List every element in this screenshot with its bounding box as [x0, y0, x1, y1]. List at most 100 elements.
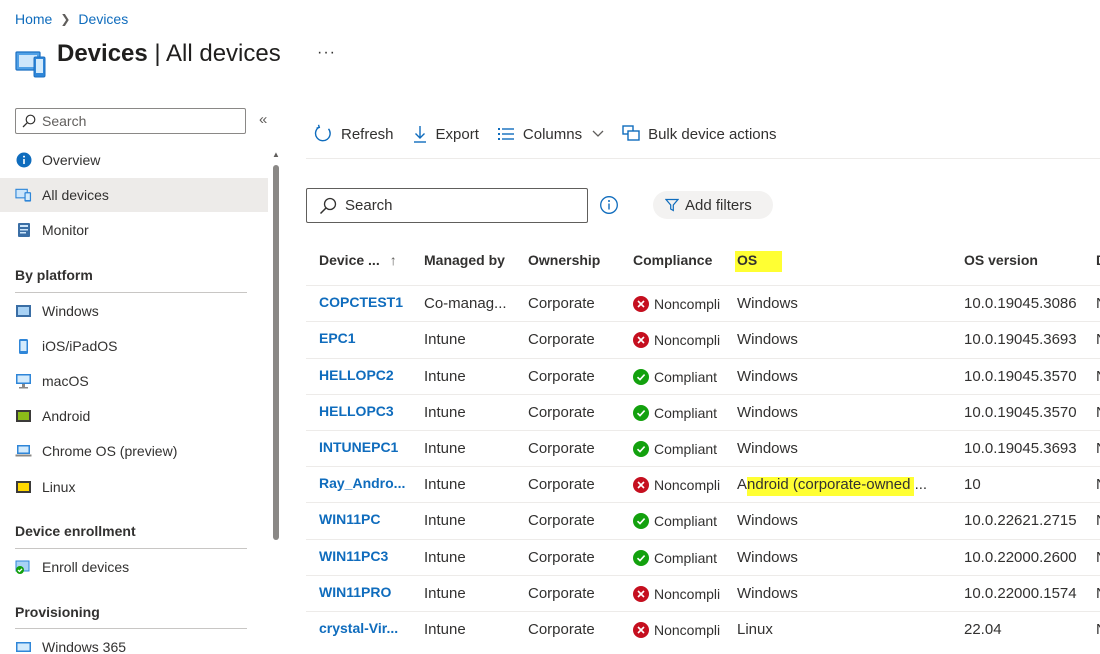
truncated-column-cell: N [1096, 621, 1100, 638]
device-name-link[interactable]: WIN11PC3 [319, 548, 414, 564]
os-version-cell: 10.0.19045.3570 [964, 368, 1077, 385]
column-header-compliance[interactable]: Compliance [633, 252, 712, 268]
row-divider [306, 321, 1100, 322]
row-divider [306, 502, 1100, 503]
compliance-status-text: Compliant [654, 441, 718, 457]
sidebar-item-all-devices[interactable]: All devices [0, 178, 268, 212]
device-name-link[interactable]: WIN11PRO [319, 584, 414, 600]
sidebar-item-label: iOS/iPadOS [42, 338, 118, 354]
enroll-icon [15, 559, 32, 576]
device-name-link[interactable]: HELLOPC3 [319, 403, 414, 419]
compliance-status-text: Noncompli [654, 622, 721, 638]
sidebar-item-windows[interactable]: Windows [0, 294, 268, 328]
compliance-status-text: Noncompli [654, 332, 721, 348]
os-cell: Windows [737, 295, 798, 312]
os-cell: Linux [737, 621, 773, 638]
columns-button[interactable]: Columns [497, 126, 604, 143]
filter-icon [665, 198, 679, 212]
sidebar-item-linux[interactable]: Linux [0, 470, 268, 504]
nav-section-by-platform: By platform [15, 267, 93, 283]
sidebar-item-label: Enroll devices [42, 559, 130, 575]
managed-by-cell: Co-manag... [424, 295, 507, 312]
device-name-link[interactable]: INTUNEPC1 [319, 439, 414, 455]
sidebar-item-label: All devices [42, 187, 109, 203]
column-header-truncated[interactable]: D [1096, 252, 1100, 268]
column-header-ownership[interactable]: Ownership [528, 252, 600, 268]
managed-by-cell: Intune [424, 476, 466, 493]
column-header-os[interactable]: OS [737, 252, 757, 268]
info-circle-icon [15, 152, 32, 169]
device-name-link[interactable]: Ray_Andro... [319, 475, 414, 491]
column-header-managed-by[interactable]: Managed by [424, 252, 505, 268]
sidebar-item-ios[interactable]: iOS/iPadOS [0, 329, 268, 363]
page-title: Devices | All devices [57, 40, 281, 68]
managed-by-cell: Intune [424, 440, 466, 457]
os-version-cell: 10.0.22000.1574 [964, 585, 1077, 602]
device-name-link[interactable]: HELLOPC2 [319, 367, 414, 383]
row-divider [306, 358, 1100, 359]
search-icon [319, 197, 337, 214]
check-circle-icon [633, 550, 649, 566]
sidebar-item-label: Chrome OS (preview) [42, 443, 178, 459]
sidebar-item-macos[interactable]: macOS [0, 364, 268, 398]
bulk-device-actions-button[interactable]: Bulk device actions [622, 125, 776, 143]
divider [15, 628, 247, 629]
managed-by-cell: Intune [424, 512, 466, 529]
linux-icon [15, 479, 32, 496]
ownership-cell: Corporate [528, 621, 595, 638]
sidebar-item-windows-365[interactable]: Windows 365 [0, 630, 268, 654]
os-version-cell: 10 [964, 476, 981, 493]
ownership-cell: Corporate [528, 295, 595, 312]
ownership-cell: Corporate [528, 476, 595, 493]
device-name-link[interactable]: COPCTEST1 [319, 294, 414, 310]
row-divider [306, 285, 1100, 286]
sidebar-item-label: Windows 365 [42, 639, 127, 654]
nav-search-input[interactable]: Search [15, 108, 246, 134]
compliance-cell: Compliant [633, 369, 733, 385]
sidebar-item-enroll-devices[interactable]: Enroll devices [0, 550, 268, 584]
device-name-link[interactable]: EPC1 [319, 330, 414, 346]
truncated-column-cell: N [1096, 368, 1100, 385]
error-circle-icon [633, 296, 649, 312]
sidebar-item-chrome-os[interactable]: Chrome OS (preview) [0, 434, 268, 468]
nav-scrollbar-thumb[interactable] [273, 165, 279, 540]
scroll-up-arrow-icon[interactable]: ▲ [272, 150, 280, 159]
ownership-cell: Corporate [528, 512, 595, 529]
breadcrumb-home-link[interactable]: Home [15, 11, 52, 27]
ownership-cell: Corporate [528, 368, 595, 385]
breadcrumb-devices-link[interactable]: Devices [78, 11, 128, 27]
column-header-device-name[interactable]: Device ... ↑ [319, 252, 397, 268]
column-header-os-version[interactable]: OS version [964, 252, 1038, 268]
nav-section-provisioning: Provisioning [15, 604, 100, 620]
managed-by-cell: Intune [424, 368, 466, 385]
table-search-input[interactable]: Search [306, 188, 588, 223]
add-filters-button[interactable]: Add filters [653, 191, 773, 219]
sidebar-item-overview[interactable]: Overview [0, 143, 268, 177]
compliance-cell: Compliant [633, 441, 733, 457]
info-icon[interactable] [599, 195, 619, 215]
device-name-link[interactable]: crystal-Vir... [319, 620, 414, 636]
check-circle-icon [633, 513, 649, 529]
row-divider [306, 394, 1100, 395]
row-divider [306, 466, 1100, 467]
table-search-placeholder: Search [345, 197, 393, 214]
row-divider [306, 575, 1100, 576]
sidebar-item-label: macOS [42, 373, 89, 389]
device-name-link[interactable]: WIN11PC [319, 511, 414, 527]
export-button[interactable]: Export [412, 124, 479, 144]
sidebar-item-android[interactable]: Android [0, 399, 268, 433]
windows-icon [15, 303, 32, 320]
download-icon [413, 126, 426, 143]
os-cell: Windows [737, 404, 798, 421]
os-version-cell: 10.0.22000.2600 [964, 549, 1077, 566]
sidebar-item-monitor[interactable]: Monitor [0, 213, 268, 247]
breadcrumb: Home ❯ Devices [15, 11, 128, 27]
managed-by-cell: Intune [424, 621, 466, 638]
command-bar: Refresh Export Columns Bulk device actio… [313, 124, 794, 144]
bulk-actions-icon [622, 125, 640, 141]
error-circle-icon [633, 477, 649, 493]
more-options-button[interactable]: ··· [317, 44, 336, 62]
refresh-button[interactable]: Refresh [313, 124, 394, 144]
collapse-nav-button[interactable]: « [259, 111, 267, 128]
compliance-cell: Noncompli [633, 622, 733, 638]
